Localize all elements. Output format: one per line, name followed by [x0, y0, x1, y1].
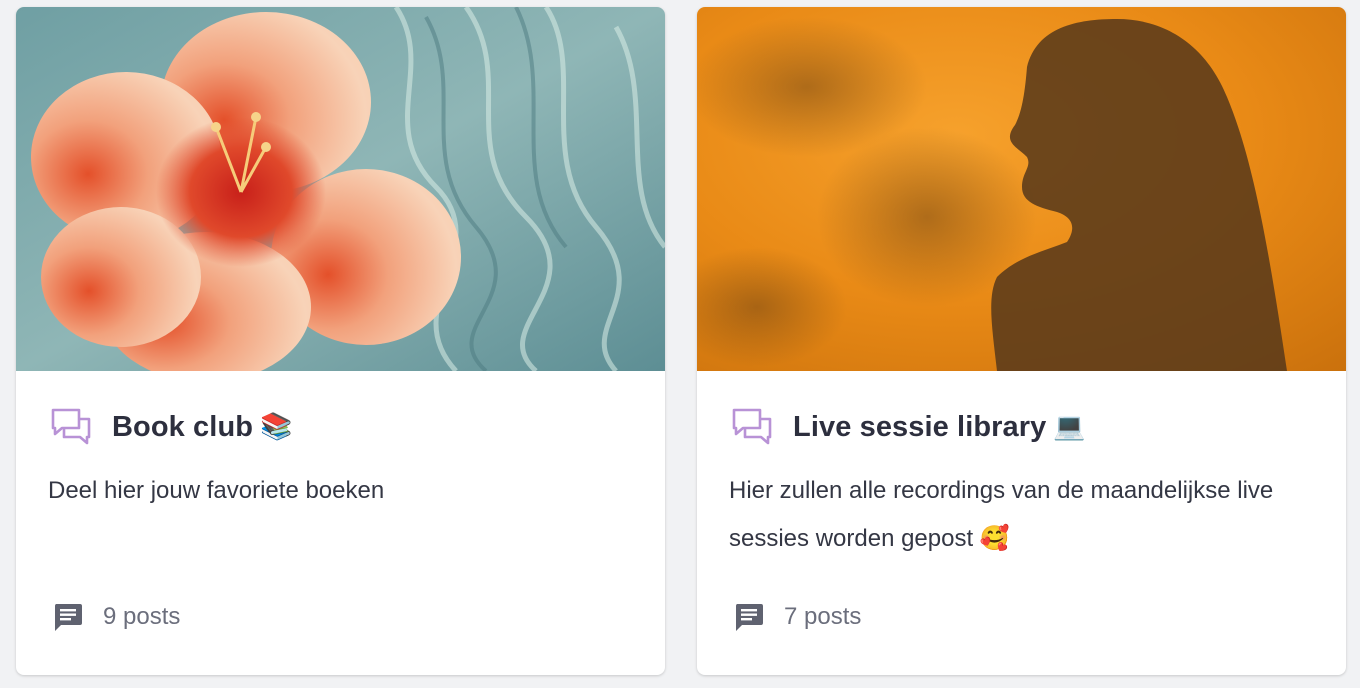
post-count: 9 posts [103, 603, 181, 630]
card-footer: 9 posts [52, 601, 180, 633]
chat-bubbles-icon [731, 407, 773, 447]
books-emoji: 📚 [260, 412, 293, 442]
cover-image-hibiscus [16, 7, 665, 371]
card-description: Deel hier jouw favoriete boeken [48, 477, 385, 504]
message-icon [52, 601, 84, 633]
space-card-live-sessie-library[interactable]: Live sessie library 💻 Hier zullen alle r… [697, 7, 1346, 675]
card-body: Live sessie library 💻 Hier zullen alle r… [697, 371, 1346, 675]
cover-image-shadow [697, 7, 1346, 371]
card-title: Book club [112, 410, 254, 443]
chat-bubbles-icon [50, 407, 92, 447]
laptop-emoji: 💻 [1053, 412, 1086, 442]
card-title-row: Live sessie library 💻 [731, 407, 1086, 447]
message-icon [733, 601, 765, 633]
card-body: Book club 📚 Deel hier jouw favoriete boe… [16, 371, 665, 675]
card-footer: 7 posts [733, 601, 861, 633]
space-card-book-club[interactable]: Book club 📚 Deel hier jouw favoriete boe… [16, 7, 665, 675]
card-title-row: Book club 📚 [50, 407, 292, 447]
card-description: Hier zullen alle recordings van de maand… [729, 477, 1274, 552]
post-count: 7 posts [784, 603, 862, 630]
card-title: Live sessie library [793, 410, 1047, 443]
space-grid: Book club 📚 Deel hier jouw favoriete boe… [16, 7, 1346, 675]
